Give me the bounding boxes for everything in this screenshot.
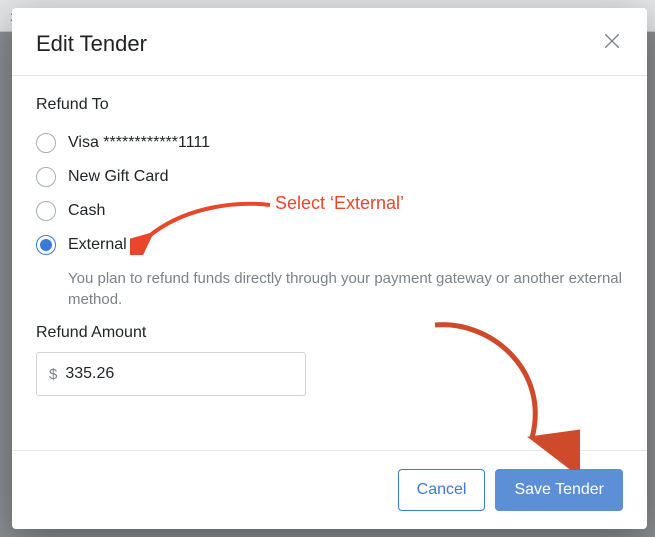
option-new-gift-card[interactable]: New Gift Card bbox=[36, 160, 623, 194]
option-cash[interactable]: Cash bbox=[36, 194, 623, 228]
option-label: Cash bbox=[68, 202, 105, 220]
refund-amount-label: Refund Amount bbox=[36, 324, 623, 342]
cancel-button[interactable]: Cancel bbox=[398, 469, 486, 511]
save-tender-button[interactable]: Save Tender bbox=[495, 469, 623, 511]
external-help-text: You plan to refund funds directly throug… bbox=[68, 268, 623, 310]
modal-title: Edit Tender bbox=[36, 31, 147, 57]
radio-icon bbox=[36, 167, 56, 187]
close-icon[interactable] bbox=[601, 30, 623, 57]
radio-icon bbox=[36, 201, 56, 221]
refund-amount-block: Refund Amount $ bbox=[36, 324, 623, 396]
modal-header: Edit Tender bbox=[12, 8, 647, 76]
option-label: External bbox=[68, 236, 127, 254]
refund-amount-input-wrap[interactable]: $ bbox=[36, 352, 306, 396]
modal-body: Refund To Visa ************1111 New Gift… bbox=[12, 76, 647, 450]
radio-icon bbox=[36, 133, 56, 153]
option-label: Visa ************1111 bbox=[68, 134, 210, 152]
option-label: New Gift Card bbox=[68, 168, 168, 186]
currency-icon: $ bbox=[49, 366, 57, 383]
modal-footer: Cancel Save Tender bbox=[12, 450, 647, 529]
option-external[interactable]: External bbox=[36, 228, 623, 262]
refund-amount-input[interactable] bbox=[65, 365, 293, 383]
option-visa[interactable]: Visa ************1111 bbox=[36, 126, 623, 160]
refund-to-label: Refund To bbox=[36, 96, 623, 114]
edit-tender-modal: Edit Tender Refund To Visa ************1… bbox=[12, 8, 647, 529]
radio-icon bbox=[36, 235, 56, 255]
